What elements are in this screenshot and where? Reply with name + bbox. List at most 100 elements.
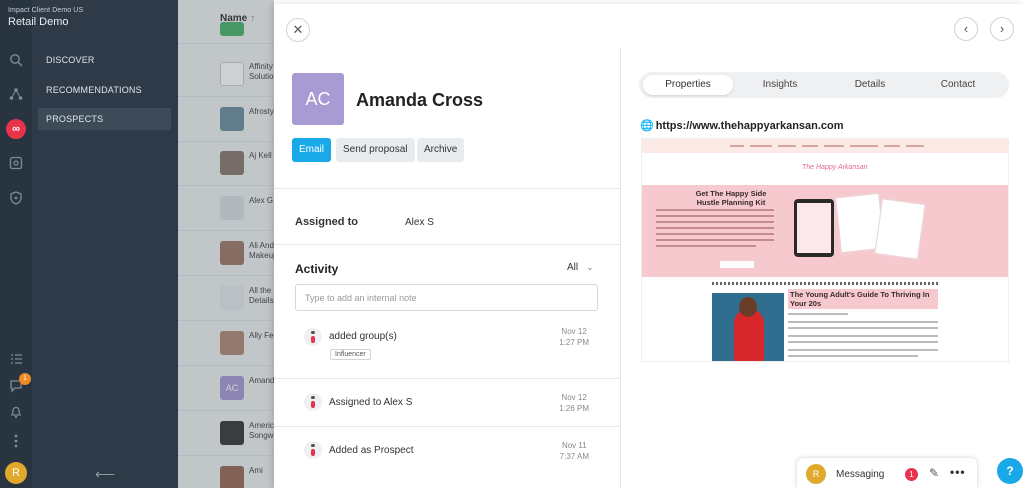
divider: [274, 378, 620, 379]
internal-note-input[interactable]: [295, 284, 598, 311]
divider: [274, 188, 620, 189]
org-subtitle: Impact Client Demo US: [8, 7, 84, 14]
preview-nav-item: [906, 145, 924, 147]
preview-nav-item: [802, 145, 818, 147]
activity-date-day: Nov 12: [561, 327, 587, 336]
more-vertical-icon[interactable]: [8, 433, 24, 449]
network-icon[interactable]: [8, 87, 24, 103]
archive-button[interactable]: Archive: [417, 138, 465, 162]
activity-date: Nov 11 7:37 AM: [560, 440, 589, 462]
preview-text-line: [788, 355, 918, 357]
user-avatar[interactable]: R: [5, 462, 27, 484]
chat-badge: 1: [19, 373, 31, 385]
activity-date-time: 1:27 PM: [559, 338, 589, 347]
nav-prospects[interactable]: PROSPECTS: [38, 108, 171, 130]
activity-type-icon: [304, 441, 322, 459]
close-button[interactable]: ✕: [286, 18, 310, 42]
messaging-badge: 1: [905, 468, 918, 481]
preview-nav-item: [750, 145, 772, 147]
preview-logo: The Happy Arkansan: [802, 164, 868, 171]
divider: [274, 426, 620, 427]
tab-details[interactable]: Details: [825, 75, 915, 95]
activity-tag[interactable]: Influencer: [330, 349, 371, 360]
compose-icon[interactable]: ✎: [929, 466, 939, 480]
search-icon[interactable]: [8, 53, 24, 69]
activity-date: Nov 12 1:26 PM: [559, 392, 589, 414]
preview-nav-item: [730, 145, 744, 147]
assigned-to-label: Assigned to: [295, 216, 358, 228]
activity-type-icon: [304, 328, 322, 346]
website-url: https://www.thehappyarkansan.com: [655, 120, 844, 132]
panel-divider: [620, 48, 621, 488]
detail-tabs: Properties Insights Details Contact: [639, 72, 1009, 98]
overlay-dim: [178, 0, 274, 488]
nav-recommendations[interactable]: RECOMMENDATIONS: [38, 79, 171, 101]
previous-button[interactable]: ‹: [954, 17, 978, 41]
messaging-dock[interactable]: R Messaging 1 ✎ •••: [797, 458, 977, 488]
assigned-to-value[interactable]: Alex S: [405, 217, 434, 228]
preview-text-line: [788, 313, 848, 315]
nav-discover[interactable]: DISCOVER: [38, 49, 171, 71]
preview-text-line: [656, 227, 774, 229]
preview-nav-item: [778, 145, 796, 147]
next-button[interactable]: ›: [990, 17, 1014, 41]
preview-text-line: [788, 349, 938, 351]
preview-nav-item: [884, 145, 900, 147]
preview-text-line: [656, 209, 774, 211]
prospect-detail-panel: ✕ ‹ › AC Amanda Cross Email Send proposa…: [274, 4, 1024, 488]
activity-date-day: Nov 11: [561, 441, 587, 450]
email-button[interactable]: Email: [292, 138, 332, 162]
contact-name: Amanda Cross: [356, 90, 484, 110]
bell-icon[interactable]: [8, 405, 24, 421]
preview-cta: [720, 261, 754, 268]
activity-date-time: 7:37 AM: [559, 452, 589, 461]
activity-type-icon: [304, 393, 322, 411]
activity-title: Activity: [295, 262, 339, 276]
preview-tablet-image: [794, 199, 834, 257]
activity-filter-value: All: [567, 262, 579, 273]
preview-text-line: [656, 239, 774, 241]
help-button[interactable]: ?: [997, 458, 1023, 484]
preview-text-line: [788, 335, 938, 337]
chevron-down-icon: ⌄: [586, 262, 594, 272]
preview-nav-item: [824, 145, 844, 147]
activity-filter[interactable]: All ⌄: [567, 262, 594, 273]
preview-text-line: [788, 327, 938, 329]
preview-text-line: [656, 245, 756, 247]
preview-divider: [712, 282, 940, 285]
send-proposal-button[interactable]: Send proposal: [336, 138, 415, 162]
shield-icon[interactable]: [8, 191, 24, 207]
preview-headline: Get The Happy Side Hustle Planning Kit: [695, 189, 767, 207]
infinity-icon[interactable]: ∞: [6, 119, 26, 139]
collapse-arrow-icon[interactable]: ⟵: [95, 466, 115, 483]
activity-date-day: Nov 12: [561, 393, 587, 402]
preview-text-line: [656, 215, 774, 217]
org-name: Retail Demo: [8, 16, 69, 28]
tab-properties[interactable]: Properties: [643, 75, 733, 95]
preview-nav-item: [850, 145, 878, 147]
preview-text-line: [788, 341, 938, 343]
preview-text-line: [656, 221, 774, 223]
org-switcher[interactable]: Impact Client Demo US Retail Demo: [8, 7, 83, 28]
activity-date: Nov 12 1:27 PM: [559, 326, 589, 348]
preview-sheet-image: [874, 198, 926, 260]
tab-insights[interactable]: Insights: [735, 75, 825, 95]
globe-icon: 🌐: [640, 120, 654, 132]
activity-text: Assigned to Alex S: [329, 397, 413, 408]
website-preview[interactable]: The Happy Arkansan Get The Happy Side Hu…: [641, 138, 1009, 362]
more-horizontal-icon[interactable]: •••: [950, 465, 966, 479]
website-link[interactable]: 🌐 https://www.thehappyarkansan.com: [640, 119, 844, 132]
divider: [274, 244, 620, 245]
app-sidebar: Impact Client Demo US Retail Demo ∞ DISC…: [0, 0, 178, 488]
messaging-avatar: R: [806, 464, 826, 484]
tab-contact[interactable]: Contact: [913, 75, 1003, 95]
messaging-label: Messaging: [836, 469, 885, 480]
contact-avatar: AC: [292, 73, 344, 125]
puzzle-icon[interactable]: [8, 156, 24, 172]
preview-text-line: [656, 233, 774, 235]
preview-post-title: The Young Adult's Guide To Thriving In Y…: [788, 289, 938, 309]
activity-text: Added as Prospect: [329, 445, 414, 456]
checklist-icon[interactable]: [8, 352, 24, 368]
preview-face: [739, 297, 757, 317]
preview-text-line: [788, 321, 938, 323]
